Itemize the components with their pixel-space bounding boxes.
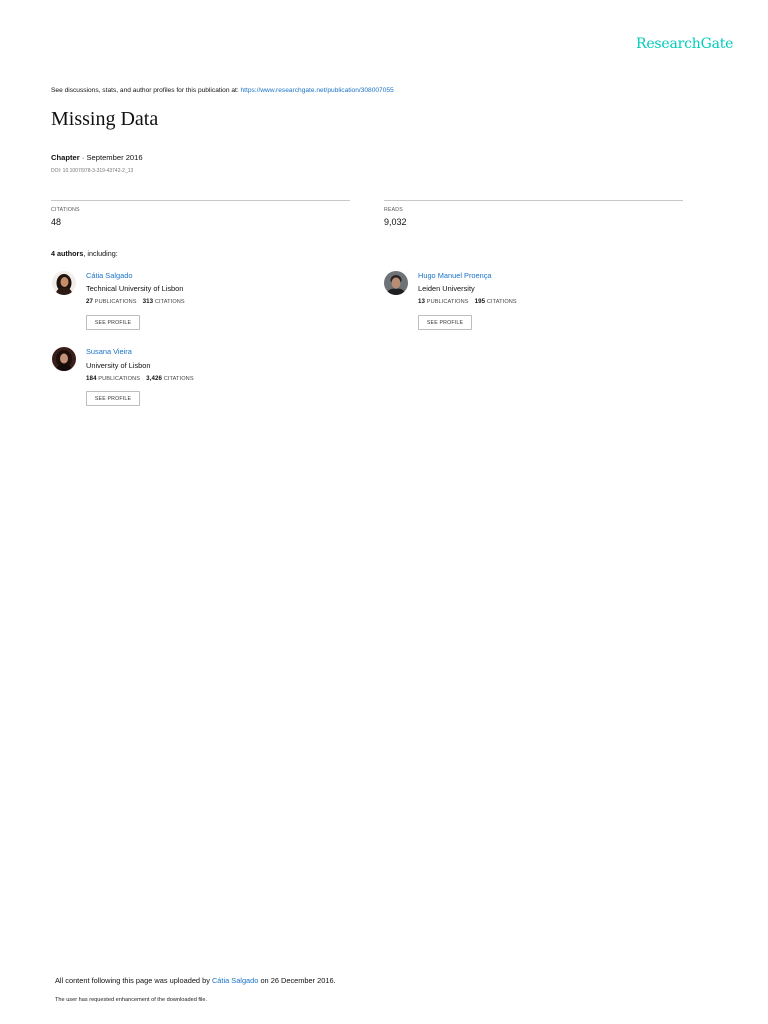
enhancement-note: The user has requested enhancement of th… bbox=[55, 997, 208, 1003]
upload-prefix: All content following this page was uplo… bbox=[55, 976, 212, 985]
author-citations-label: CITATIONS bbox=[486, 299, 517, 305]
avatar-photo-icon bbox=[52, 271, 76, 295]
avatar[interactable] bbox=[52, 271, 76, 295]
author-institution: Technical University of Lisbon bbox=[86, 284, 184, 293]
author-citations-label: CITATIONS bbox=[163, 376, 194, 382]
avatar[interactable] bbox=[52, 347, 76, 371]
publication-type: Chapter bbox=[51, 153, 80, 162]
author-institution: University of Lisbon bbox=[86, 361, 151, 370]
reads-label: READS bbox=[384, 207, 403, 213]
avatar[interactable] bbox=[384, 271, 408, 295]
avatar-photo-icon bbox=[52, 347, 76, 371]
author-stats: 27 PUBLICATIONS 313 CITATIONS bbox=[86, 298, 185, 305]
publication-link[interactable]: https://www.researchgate.net/publication… bbox=[241, 87, 394, 94]
avatar-photo-icon bbox=[384, 271, 408, 295]
author-stats: 13 PUBLICATIONS 195 CITATIONS bbox=[418, 298, 517, 305]
see-profile-button[interactable]: SEE PROFILE bbox=[86, 315, 140, 330]
author-name-link[interactable]: Hugo Manuel Proença bbox=[418, 271, 492, 280]
publications-label: PUBLICATIONS bbox=[94, 299, 137, 305]
reads-divider bbox=[384, 200, 683, 201]
author-citations-label: CITATIONS bbox=[154, 299, 185, 305]
authors-header: 4 authors, including: bbox=[51, 249, 118, 258]
author-institution: Leiden University bbox=[418, 284, 475, 293]
authors-suffix: , including: bbox=[83, 249, 118, 258]
publications-count: 184 bbox=[86, 375, 97, 382]
discussions-line: See discussions, stats, and author profi… bbox=[51, 87, 394, 94]
author-name-link[interactable]: Susana Vieira bbox=[86, 347, 132, 356]
publication-doi: DOI: 10.1007/978-3-319-43742-2_13 bbox=[51, 168, 134, 174]
upload-notice: All content following this page was uplo… bbox=[55, 976, 336, 985]
uploader-link[interactable]: Cátia Salgado bbox=[212, 976, 258, 985]
researchgate-logo[interactable]: ResearchGate bbox=[636, 36, 733, 52]
publication-title: Missing Data bbox=[51, 108, 159, 130]
author-stats: 184 PUBLICATIONS 3,426 CITATIONS bbox=[86, 375, 194, 382]
see-profile-button[interactable]: SEE PROFILE bbox=[86, 391, 140, 406]
upload-suffix: on 26 December 2016. bbox=[258, 976, 336, 985]
publication-date: September 2016 bbox=[86, 153, 143, 162]
publications-count: 27 bbox=[86, 298, 94, 305]
see-profile-button[interactable]: SEE PROFILE bbox=[418, 315, 472, 330]
citations-label: CITATIONS bbox=[51, 207, 80, 213]
discussions-text: See discussions, stats, and author profi… bbox=[51, 87, 241, 94]
publication-meta: Chapter · September 2016 bbox=[51, 153, 143, 162]
publications-count: 13 bbox=[418, 298, 426, 305]
author-citations-count: 313 bbox=[142, 298, 154, 305]
publications-label: PUBLICATIONS bbox=[426, 299, 469, 305]
citations-divider bbox=[51, 200, 350, 201]
citations-value: 48 bbox=[51, 217, 62, 227]
authors-count: 4 authors bbox=[51, 249, 84, 258]
author-name-link[interactable]: Cátia Salgado bbox=[86, 271, 132, 280]
publications-label: PUBLICATIONS bbox=[98, 376, 141, 382]
reads-value: 9,032 bbox=[384, 217, 407, 227]
author-citations-count: 3,426 bbox=[146, 375, 163, 382]
author-citations-count: 195 bbox=[474, 298, 486, 305]
